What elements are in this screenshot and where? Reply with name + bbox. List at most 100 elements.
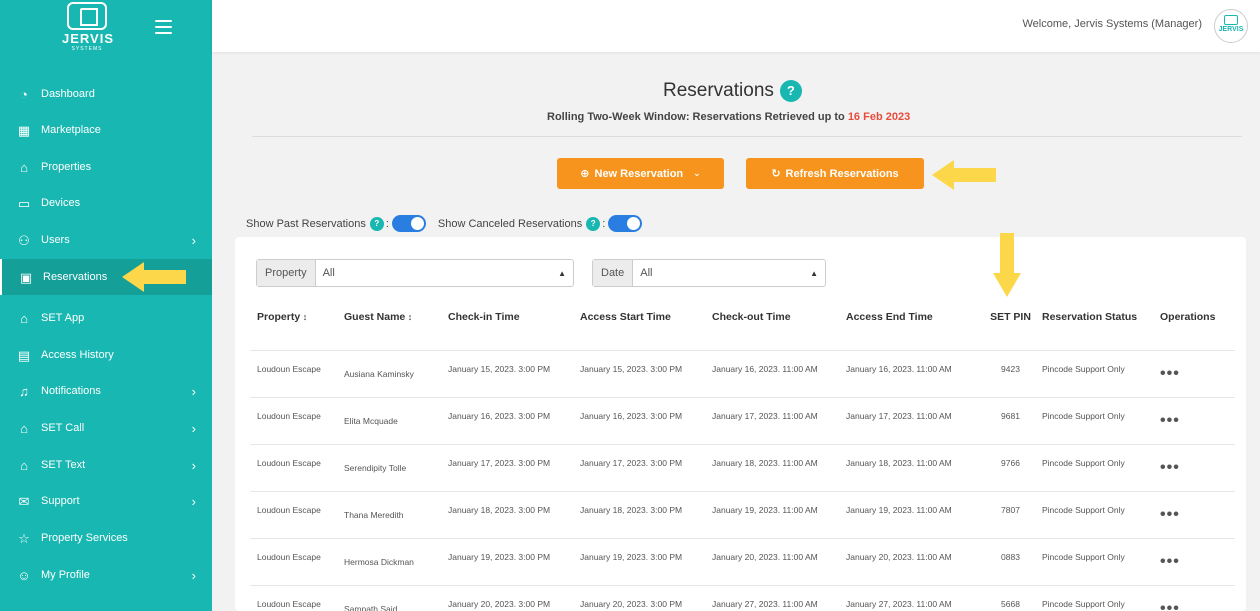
- sidebar-item-set-app[interactable]: ⌂ SET App: [0, 300, 212, 336]
- cell-property: Loudoun Escape: [257, 552, 321, 562]
- show-past-switch[interactable]: [391, 215, 426, 232]
- bell-icon: ♫: [19, 383, 29, 399]
- chevron-down-icon[interactable]: ⌄: [693, 168, 701, 179]
- sidebar-item-devices[interactable]: ▭ Devices: [0, 185, 212, 221]
- reservations-table: Property ↕ Guest Name ↕ Check-in Time Acces…: [250, 297, 1235, 611]
- hamburger-menu-icon[interactable]: [155, 20, 172, 34]
- cell-property: Loudoun Escape: [257, 505, 321, 515]
- chevron-right-icon[interactable]: ›: [192, 494, 196, 509]
- show-canceled-help-icon[interactable]: ?: [586, 216, 601, 231]
- sidebar: JERVIS SYSTEMS ◔ Dashboard ▦ Marketplace ⌂ Pr…: [0, 0, 212, 611]
- guest-name: Serendipity Tolle: [344, 463, 407, 473]
- cell-access-end: January 20, 2023. 11:00 AM: [846, 552, 952, 562]
- guest-name: Ausiana Kaminsky: [344, 369, 414, 379]
- column-header-operations: Operations: [1160, 297, 1235, 350]
- sidebar-item-label: SET Text: [41, 459, 86, 471]
- sidebar-item-label: SET App: [41, 312, 85, 324]
- chevron-right-icon[interactable]: ›: [192, 458, 196, 473]
- column-header-label: Property: [257, 311, 301, 323]
- store-icon: ▦: [17, 122, 31, 138]
- cell-checkin: January 15, 2023. 3:00 PM: [448, 364, 551, 374]
- operations-menu-icon[interactable]: •••: [1160, 539, 1235, 585]
- sidebar-item-properties[interactable]: ⌂ Properties: [0, 149, 212, 185]
- cell-access-start: January 19, 2023. 3:00 PM: [580, 552, 683, 562]
- cell-pin: 9423: [1001, 364, 1020, 374]
- subtitle-prefix: Rolling Two-Week Window: Reservations Re…: [547, 111, 848, 123]
- cell-status: Pincode Support Only: [1042, 458, 1125, 468]
- chevron-right-icon[interactable]: ›: [192, 568, 196, 583]
- cell-access-end: January 27, 2023. 11:00 AM: [846, 599, 952, 609]
- home-icon: ⌂: [20, 159, 28, 175]
- cell-checkin: January 19, 2023. 3:00 PM: [448, 552, 551, 562]
- new-reservation-button[interactable]: ⊕ New Reservation ⌄: [557, 158, 724, 189]
- cell-pin: 0883: [1001, 552, 1020, 562]
- cell-guest: Ausiana Kaminsky: [344, 351, 448, 397]
- plus-circle-icon: ⊕: [580, 168, 590, 180]
- cell-property: Loudoun Escape: [257, 411, 321, 421]
- refresh-icon: ↻: [771, 168, 781, 180]
- column-header-guest-name[interactable]: Guest Name ↕: [344, 297, 448, 350]
- top-header: Welcome, Jervis Systems (Manager) JERVIS: [212, 0, 1260, 52]
- column-header-reservation-status: Reservation Status: [1042, 297, 1160, 350]
- sidebar-header: JERVIS SYSTEMS: [0, 0, 212, 58]
- chevron-right-icon[interactable]: ›: [192, 421, 196, 436]
- operations-menu-icon[interactable]: •••: [1160, 445, 1235, 491]
- jervis-logo[interactable]: JERVIS SYSTEMS: [62, 2, 115, 54]
- operations-menu-icon[interactable]: •••: [1160, 586, 1235, 611]
- sidebar-item-property-services[interactable]: ☆ Property Services: [0, 520, 212, 556]
- welcome-text: Welcome, Jervis Systems (Manager): [1022, 18, 1202, 30]
- column-header-property[interactable]: Property ↕: [250, 297, 344, 350]
- sidebar-item-support[interactable]: ✉ Support ›: [0, 483, 212, 519]
- cell-checkin: January 18, 2023. 3:00 PM: [448, 505, 551, 515]
- cell-access-start: January 16, 2023. 3:00 PM: [580, 411, 683, 421]
- table-row: Loudoun Escape Serendipity Tolle January 1…: [250, 445, 1235, 492]
- operations-menu-icon[interactable]: •••: [1160, 351, 1235, 397]
- logo-subtext: SYSTEMS: [71, 46, 103, 52]
- clipboard-icon: ▤: [17, 347, 31, 363]
- cell-access-end: January 17, 2023. 11:00 AM: [846, 411, 952, 421]
- laptop-icon: ▭: [17, 195, 31, 211]
- user-icon: ⚇: [18, 232, 30, 248]
- column-header-label: Operations: [1160, 311, 1216, 323]
- sidebar-item-label: Notifications: [41, 385, 101, 397]
- operations-menu-icon[interactable]: •••: [1160, 492, 1235, 538]
- annotation-arrow-down: [993, 233, 1021, 297]
- sidebar-item-access-history[interactable]: ▤ Access History: [0, 337, 212, 373]
- cell-guest: Serendipity Tolle: [344, 445, 448, 491]
- sidebar-item-label: Dashboard: [41, 88, 95, 100]
- avatar[interactable]: JERVIS: [1214, 9, 1248, 43]
- sidebar-item-users[interactable]: ⚇ Users ›: [0, 222, 212, 258]
- sidebar-item-set-text[interactable]: ⌂ SET Text ›: [0, 447, 212, 483]
- reservations-card: Property All ▲ Date All ▲ Property ↕ Gues…: [235, 237, 1246, 611]
- date-filter-select[interactable]: All ▲: [633, 260, 825, 286]
- sort-icon[interactable]: ↕: [300, 312, 308, 322]
- select-arrows-icon: ▲: [810, 268, 818, 278]
- cell-checkout: January 16, 2023. 11:00 AM: [712, 364, 818, 374]
- sort-icon[interactable]: ↕: [405, 312, 413, 322]
- refresh-reservations-button[interactable]: ↻ Refresh Reservations: [746, 158, 924, 189]
- cell-property: Loudoun Escape: [257, 364, 321, 374]
- cell-pin: 9766: [1001, 458, 1020, 468]
- chevron-right-icon[interactable]: ›: [192, 384, 196, 399]
- sidebar-item-label: Access History: [41, 349, 114, 361]
- sidebar-item-marketplace[interactable]: ▦ Marketplace: [0, 112, 212, 148]
- show-past-help-icon[interactable]: ?: [369, 216, 384, 231]
- cell-checkout: January 27, 2023. 11:00 AM: [712, 599, 818, 609]
- guest-name: Sampath Said: [344, 604, 398, 611]
- sidebar-item-notifications[interactable]: ♫ Notifications ›: [0, 373, 212, 409]
- logo-text: JERVIS: [62, 31, 115, 46]
- operations-menu-icon[interactable]: •••: [1160, 398, 1235, 444]
- date-filter-label: Date: [593, 260, 634, 286]
- home-icon: ⌂: [20, 457, 28, 473]
- property-filter-select[interactable]: All ▲: [316, 260, 573, 286]
- annotation-arrow-right: [932, 160, 996, 190]
- sidebar-item-my-profile[interactable]: ☺ My Profile ›: [0, 557, 212, 593]
- help-icon[interactable]: ?: [779, 80, 802, 102]
- avatar-text: JERVIS: [1218, 26, 1244, 33]
- table-row: Loudoun Escape Sampath Said January 20, 20…: [250, 586, 1235, 611]
- sidebar-item-set-call[interactable]: ⌂ SET Call ›: [0, 410, 212, 446]
- star-icon: ☆: [18, 530, 30, 546]
- show-canceled-switch[interactable]: [608, 215, 643, 232]
- sidebar-item-dashboard[interactable]: ◔ Dashboard: [0, 76, 212, 112]
- chevron-right-icon[interactable]: ›: [192, 233, 196, 248]
